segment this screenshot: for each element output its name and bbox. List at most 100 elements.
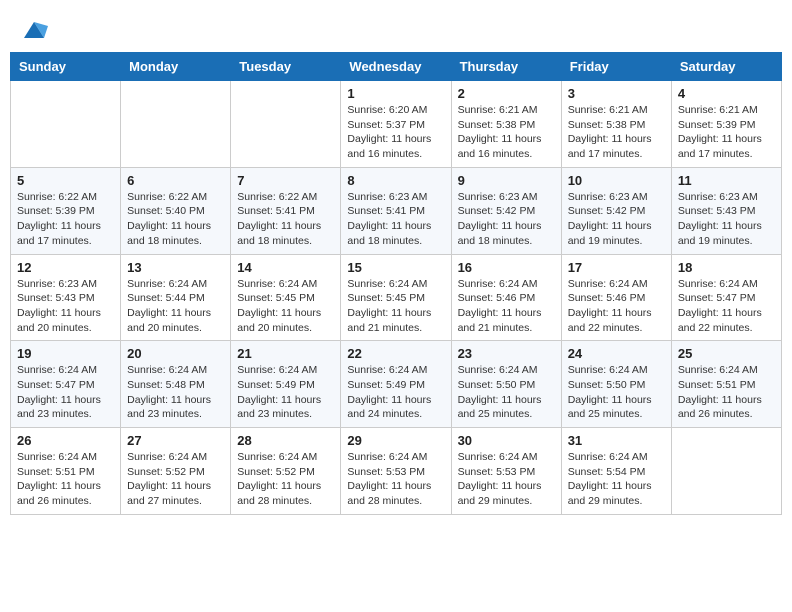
day-number: 29 <box>347 433 444 448</box>
calendar-cell <box>671 428 781 515</box>
day-info: Sunrise: 6:24 AM Sunset: 5:46 PM Dayligh… <box>458 277 555 336</box>
day-number: 16 <box>458 260 555 275</box>
calendar-week-row: 12 Sunrise: 6:23 AM Sunset: 5:43 PM Dayli… <box>11 254 782 341</box>
day-header-friday: Friday <box>561 53 671 81</box>
day-number: 30 <box>458 433 555 448</box>
day-info: Sunrise: 6:24 AM Sunset: 5:52 PM Dayligh… <box>127 450 224 509</box>
page-container: SundayMondayTuesdayWednesdayThursdayFrid… <box>0 0 792 515</box>
calendar-week-row: 19Sunrise: 6:24 AM Sunset: 5:47 PM Dayli… <box>11 341 782 428</box>
day-number: 3 <box>568 86 665 101</box>
day-number: 25 <box>678 346 775 361</box>
calendar-cell: 12 Sunrise: 6:23 AM Sunset: 5:43 PM Dayli… <box>11 254 121 341</box>
day-number: 4 <box>678 86 775 101</box>
day-number: 24 <box>568 346 665 361</box>
calendar-table: SundayMondayTuesdayWednesdayThursdayFrid… <box>10 52 782 515</box>
calendar-cell: 15 Sunrise: 6:24 AM Sunset: 5:45 PM Dayli… <box>341 254 451 341</box>
calendar-cell <box>11 81 121 168</box>
day-number: 28 <box>237 433 334 448</box>
day-number: 13 <box>127 260 224 275</box>
day-number: 27 <box>127 433 224 448</box>
day-header-wednesday: Wednesday <box>341 53 451 81</box>
day-info: Sunrise: 6:24 AM Sunset: 5:45 PM Dayligh… <box>347 277 444 336</box>
day-info: Sunrise: 6:24 AM Sunset: 5:53 PM Dayligh… <box>458 450 555 509</box>
calendar-cell: 5 Sunrise: 6:22 AM Sunset: 5:39 PM Daylig… <box>11 167 121 254</box>
day-info: Sunrise: 6:22 AM Sunset: 5:40 PM Dayligh… <box>127 190 224 249</box>
calendar-cell: 23 Sunrise: 6:24 AM Sunset: 5:50 PM Dayli… <box>451 341 561 428</box>
day-number: 1 <box>347 86 444 101</box>
day-number: 22 <box>347 346 444 361</box>
day-info: Sunrise: 6:24 AM Sunset: 5:51 PM Dayligh… <box>17 450 114 509</box>
day-number: 23 <box>458 346 555 361</box>
calendar-cell: 20 Sunrise: 6:24 AM Sunset: 5:48 PM Dayli… <box>121 341 231 428</box>
day-info: Sunrise: 6:24 AM Sunset: 5:44 PM Dayligh… <box>127 277 224 336</box>
day-number: 18 <box>678 260 775 275</box>
day-info: Sunrise: 6:24 AM Sunset: 5:49 PM Dayligh… <box>237 363 334 422</box>
day-number: 20 <box>127 346 224 361</box>
day-info: Sunrise: 6:21 AM Sunset: 5:39 PM Dayligh… <box>678 103 775 162</box>
calendar-cell: 19Sunrise: 6:24 AM Sunset: 5:47 PM Dayli… <box>11 341 121 428</box>
calendar-week-row: 26 Sunrise: 6:24 AM Sunset: 5:51 PM Dayli… <box>11 428 782 515</box>
day-info: Sunrise: 6:24 AM Sunset: 5:46 PM Dayligh… <box>568 277 665 336</box>
calendar-cell: 7 Sunrise: 6:22 AM Sunset: 5:41 PM Daylig… <box>231 167 341 254</box>
day-number: 26 <box>17 433 114 448</box>
calendar-cell: 24 Sunrise: 6:24 AM Sunset: 5:50 PM Dayli… <box>561 341 671 428</box>
calendar-cell: 18 Sunrise: 6:24 AM Sunset: 5:47 PM Dayli… <box>671 254 781 341</box>
day-number: 12 <box>17 260 114 275</box>
day-info: Sunrise: 6:24 AM Sunset: 5:45 PM Dayligh… <box>237 277 334 336</box>
calendar-cell: 21 Sunrise: 6:24 AM Sunset: 5:49 PM Dayli… <box>231 341 341 428</box>
calendar-cell: 25 Sunrise: 6:24 AM Sunset: 5:51 PM Dayli… <box>671 341 781 428</box>
day-info: Sunrise: 6:23 AM Sunset: 5:42 PM Dayligh… <box>458 190 555 249</box>
day-info: Sunrise: 6:22 AM Sunset: 5:39 PM Dayligh… <box>17 190 114 249</box>
day-number: 17 <box>568 260 665 275</box>
day-info: Sunrise: 6:23 AM Sunset: 5:43 PM Dayligh… <box>17 277 114 336</box>
day-number: 10 <box>568 173 665 188</box>
day-info: Sunrise: 6:24 AM Sunset: 5:54 PM Dayligh… <box>568 450 665 509</box>
day-number: 9 <box>458 173 555 188</box>
day-number: 8 <box>347 173 444 188</box>
day-header-sunday: Sunday <box>11 53 121 81</box>
day-number: 21 <box>237 346 334 361</box>
calendar-cell: 9 Sunrise: 6:23 AM Sunset: 5:42 PM Daylig… <box>451 167 561 254</box>
day-number: 7 <box>237 173 334 188</box>
day-number: 5 <box>17 173 114 188</box>
calendar-cell: 13 Sunrise: 6:24 AM Sunset: 5:44 PM Dayli… <box>121 254 231 341</box>
day-info: Sunrise: 6:24 AM Sunset: 5:51 PM Dayligh… <box>678 363 775 422</box>
calendar-cell <box>231 81 341 168</box>
day-number: 15 <box>347 260 444 275</box>
logo-icon <box>20 16 48 44</box>
day-info: Sunrise: 6:22 AM Sunset: 5:41 PM Dayligh… <box>237 190 334 249</box>
calendar-week-row: 5 Sunrise: 6:22 AM Sunset: 5:39 PM Daylig… <box>11 167 782 254</box>
calendar-cell: 10 Sunrise: 6:23 AM Sunset: 5:42 PM Dayli… <box>561 167 671 254</box>
calendar-cell: 28 Sunrise: 6:24 AM Sunset: 5:52 PM Dayli… <box>231 428 341 515</box>
day-info: Sunrise: 6:21 AM Sunset: 5:38 PM Dayligh… <box>568 103 665 162</box>
calendar-cell: 17 Sunrise: 6:24 AM Sunset: 5:46 PM Dayli… <box>561 254 671 341</box>
day-number: 6 <box>127 173 224 188</box>
day-info: Sunrise: 6:24 AM Sunset: 5:49 PM Dayligh… <box>347 363 444 422</box>
calendar-cell: 11Sunrise: 6:23 AM Sunset: 5:43 PM Dayli… <box>671 167 781 254</box>
day-info: Sunrise: 6:24 AM Sunset: 5:47 PM Dayligh… <box>678 277 775 336</box>
day-header-tuesday: Tuesday <box>231 53 341 81</box>
day-info: Sunrise: 6:20 AM Sunset: 5:37 PM Dayligh… <box>347 103 444 162</box>
calendar-cell: 4 Sunrise: 6:21 AM Sunset: 5:39 PM Daylig… <box>671 81 781 168</box>
day-info: Sunrise: 6:24 AM Sunset: 5:50 PM Dayligh… <box>568 363 665 422</box>
calendar-cell: 26 Sunrise: 6:24 AM Sunset: 5:51 PM Dayli… <box>11 428 121 515</box>
calendar-cell: 2Sunrise: 6:21 AM Sunset: 5:38 PM Daylig… <box>451 81 561 168</box>
calendar-cell: 22 Sunrise: 6:24 AM Sunset: 5:49 PM Dayli… <box>341 341 451 428</box>
day-info: Sunrise: 6:23 AM Sunset: 5:42 PM Dayligh… <box>568 190 665 249</box>
calendar-cell <box>121 81 231 168</box>
day-info: Sunrise: 6:24 AM Sunset: 5:52 PM Dayligh… <box>237 450 334 509</box>
calendar-cell: 31Sunrise: 6:24 AM Sunset: 5:54 PM Dayli… <box>561 428 671 515</box>
calendar-cell: 6 Sunrise: 6:22 AM Sunset: 5:40 PM Daylig… <box>121 167 231 254</box>
day-number: 19 <box>17 346 114 361</box>
calendar-cell: 1 Sunrise: 6:20 AM Sunset: 5:37 PM Daylig… <box>341 81 451 168</box>
day-header-monday: Monday <box>121 53 231 81</box>
day-number: 14 <box>237 260 334 275</box>
calendar-cell: 8Sunrise: 6:23 AM Sunset: 5:41 PM Daylig… <box>341 167 451 254</box>
page-header <box>0 0 792 52</box>
day-info: Sunrise: 6:24 AM Sunset: 5:48 PM Dayligh… <box>127 363 224 422</box>
day-header-thursday: Thursday <box>451 53 561 81</box>
day-number: 2 <box>458 86 555 101</box>
calendar-cell: 3 Sunrise: 6:21 AM Sunset: 5:38 PM Daylig… <box>561 81 671 168</box>
day-info: Sunrise: 6:23 AM Sunset: 5:43 PM Dayligh… <box>678 190 775 249</box>
day-info: Sunrise: 6:24 AM Sunset: 5:50 PM Dayligh… <box>458 363 555 422</box>
